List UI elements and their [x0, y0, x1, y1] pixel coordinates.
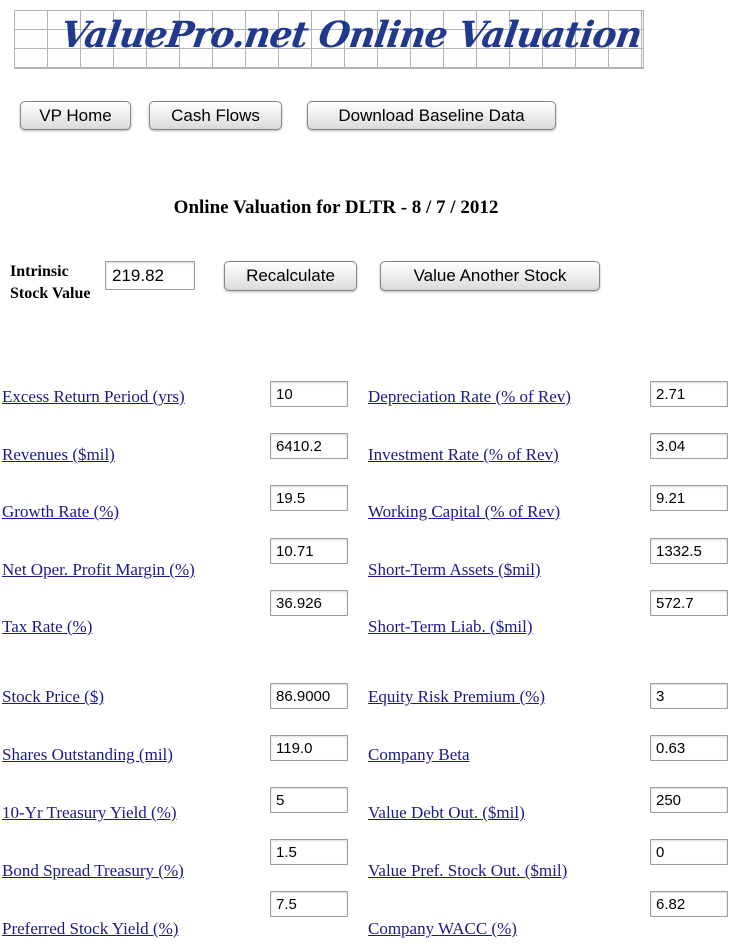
short-term-liab-link[interactable]: Short-Term Liab. ($mil) [368, 618, 533, 636]
valuepro-online-valuation-page: ValuePro.net Online Valuation VP Home Ca… [0, 0, 742, 952]
page-title: Online Valuation for DLTR - 8 / 7 / 2012 [0, 197, 672, 219]
growth-rate-link[interactable]: Growth Rate (%) [2, 503, 119, 521]
shares-outstanding-input[interactable] [270, 735, 348, 761]
treasury-yield-10yr-link[interactable]: 10-Yr Treasury Yield (%) [2, 804, 177, 822]
short-term-assets-link[interactable]: Short-Term Assets ($mil) [368, 561, 541, 579]
treasury-yield-10yr-input[interactable] [270, 787, 348, 813]
cash-flows-button[interactable]: Cash Flows [149, 101, 282, 130]
value-pref-stock-out-link[interactable]: Value Pref. Stock Out. ($mil) [368, 862, 567, 880]
investment-rate-input[interactable] [650, 433, 728, 459]
recalculate-button[interactable]: Recalculate [224, 261, 357, 291]
depreciation-rate-link[interactable]: Depreciation Rate (% of Rev) [368, 388, 571, 406]
logo-banner: ValuePro.net Online Valuation [14, 10, 644, 69]
net-oper-profit-margin-link[interactable]: Net Oper. Profit Margin (%) [2, 561, 195, 579]
value-pref-stock-out-input[interactable] [650, 839, 728, 865]
download-baseline-data-button[interactable]: Download Baseline Data [307, 101, 556, 130]
excess-return-period-link[interactable]: Excess Return Period (yrs) [2, 388, 185, 406]
value-debt-out-input[interactable] [650, 787, 728, 813]
equity-risk-premium-link[interactable]: Equity Risk Premium (%) [368, 688, 545, 706]
revenues-input[interactable] [270, 433, 348, 459]
stock-price-input[interactable] [270, 683, 348, 709]
bond-spread-treasury-link[interactable]: Bond Spread Treasury (%) [2, 862, 184, 880]
preferred-stock-yield-link[interactable]: Preferred Stock Yield (%) [2, 920, 178, 938]
tax-rate-link[interactable]: Tax Rate (%) [2, 618, 92, 636]
depreciation-rate-input[interactable] [650, 381, 728, 407]
company-wacc-link[interactable]: Company WACC (%) [368, 920, 517, 938]
company-wacc-input[interactable] [650, 891, 728, 917]
short-term-liab-input[interactable] [650, 590, 728, 616]
stock-price-link[interactable]: Stock Price ($) [2, 688, 104, 706]
equity-risk-premium-input[interactable] [650, 683, 728, 709]
bond-spread-treasury-input[interactable] [270, 839, 348, 865]
company-beta-link[interactable]: Company Beta [368, 746, 470, 764]
vp-home-button[interactable]: VP Home [20, 101, 131, 130]
preferred-stock-yield-input[interactable] [270, 891, 348, 917]
revenues-link[interactable]: Revenues ($mil) [2, 446, 115, 464]
net-oper-profit-margin-input[interactable] [270, 538, 348, 564]
working-capital-link[interactable]: Working Capital (% of Rev) [368, 503, 560, 521]
tax-rate-input[interactable] [270, 590, 348, 616]
intrinsic-stock-value-label: Intrinsic Stock Value [10, 261, 96, 305]
excess-return-period-input[interactable] [270, 381, 348, 407]
value-another-stock-button[interactable]: Value Another Stock [380, 261, 600, 291]
working-capital-input[interactable] [650, 485, 728, 511]
company-beta-input[interactable] [650, 735, 728, 761]
valuepro-logo-text: ValuePro.net Online Valuation [58, 14, 644, 56]
growth-rate-input[interactable] [270, 485, 348, 511]
investment-rate-link[interactable]: Investment Rate (% of Rev) [368, 446, 559, 464]
intrinsic-stock-value-input[interactable] [105, 261, 195, 290]
value-debt-out-link[interactable]: Value Debt Out. ($mil) [368, 804, 525, 822]
short-term-assets-input[interactable] [650, 538, 728, 564]
shares-outstanding-link[interactable]: Shares Outstanding (mil) [2, 746, 173, 764]
